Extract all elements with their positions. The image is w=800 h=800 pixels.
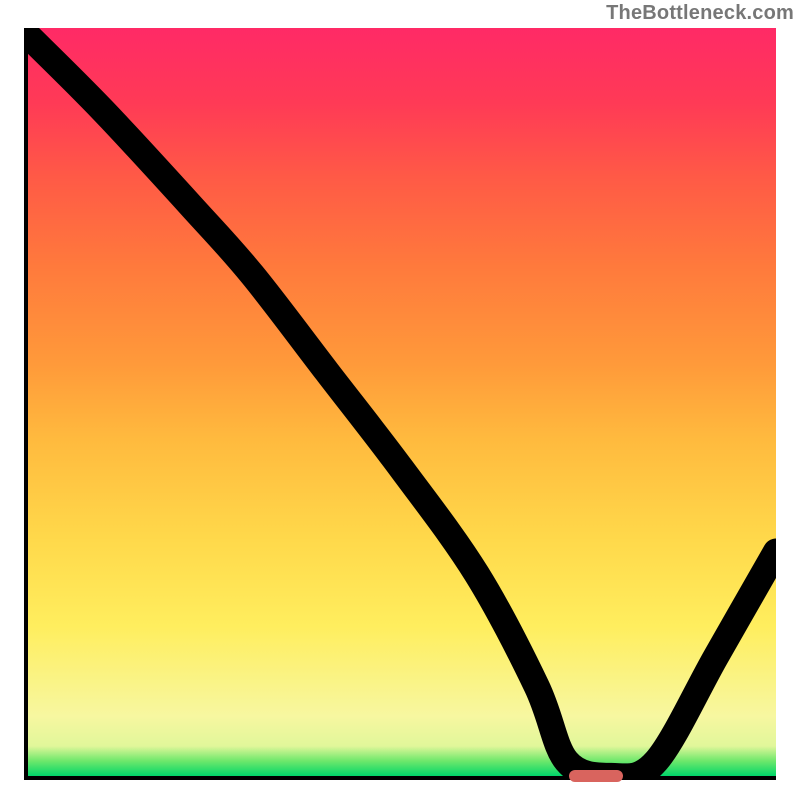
plot-area (24, 28, 776, 780)
chart-container: TheBottleneck.com (0, 0, 800, 800)
optimum-marker (569, 770, 623, 782)
watermark-text: TheBottleneck.com (606, 2, 794, 25)
bottleneck-curve (28, 28, 776, 776)
